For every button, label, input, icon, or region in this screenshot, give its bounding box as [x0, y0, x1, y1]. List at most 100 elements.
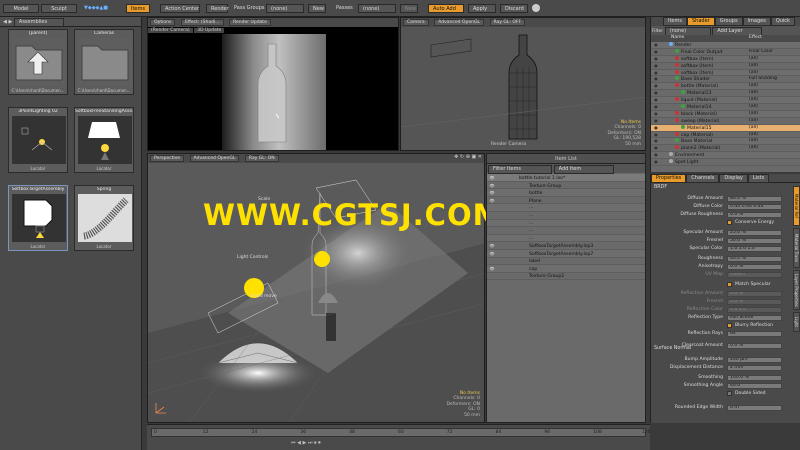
shader-tree-row[interactable]: ● Render — [651, 42, 800, 49]
property-row[interactable]: Anisotropy 0.0 % — [651, 263, 799, 271]
property-value-field[interactable]: 0.44 0.44 0.44 — [727, 204, 782, 210]
visibility-eye-icon[interactable]: ● — [651, 97, 661, 103]
side-tab-layer-properties[interactable]: Layer Properties — [793, 270, 800, 310]
shader-tree-row[interactable]: ● Environment — [651, 152, 800, 160]
visibility-eye-icon[interactable]: ● — [651, 132, 661, 138]
shader-tree-row[interactable]: ● bottle (Material) (all) — [651, 83, 800, 91]
render-update-tab[interactable]: Render Update — [229, 19, 271, 26]
pass-groups-select[interactable]: (none) — [266, 4, 304, 13]
visibility-eye-icon[interactable]: ● — [651, 42, 661, 48]
property-row[interactable]: Reflection Type Full Scene — [651, 314, 799, 322]
camera-select[interactable]: Camera — [403, 19, 429, 26]
tab-shader[interactable]: Shader — [687, 17, 715, 26]
property-value-field[interactable]: 40.0 % — [727, 256, 782, 262]
play-controls-icons[interactable]: ⏮ ◀ ▶ ⏭ ⏹ ⏺ — [291, 440, 321, 446]
property-value-field[interactable]: 2 mm — [727, 365, 782, 371]
shader-tree-row[interactable]: ● Spot Light — [651, 159, 800, 167]
list-item[interactable]: ... — [487, 204, 645, 212]
asset-thumb-parent[interactable]: [parent] C:\Users\rhard\Documen... — [8, 29, 68, 95]
tab-channels[interactable]: Channels — [686, 174, 720, 183]
property-checkbox[interactable] — [727, 282, 732, 287]
visibility-eye-icon[interactable]: ● — [651, 118, 661, 124]
shader-tree-row[interactable]: ● Final Color Output Final Color — [651, 48, 800, 56]
tab-properties[interactable]: Properties — [651, 174, 687, 183]
property-row[interactable]: Diffuse Amount 80.0 % — [651, 195, 799, 203]
property-row[interactable]: Fresnel 50.0 % — [651, 237, 799, 245]
visibility-eye-icon[interactable]: 👁 — [487, 197, 497, 204]
asset-thumb-softbox-free[interactable]: SoftboxFreeStandingAsse... Locator — [74, 107, 134, 173]
tab-display[interactable]: Display — [719, 174, 748, 183]
property-value-field[interactable]: 40.0 ° — [727, 383, 782, 389]
property-row[interactable]: Roughness 40.0 % — [651, 255, 799, 263]
camera-opengl-mode[interactable]: Advanced OpenGL — [434, 19, 484, 26]
perspective-viewport[interactable]: Perspective Advanced OpenGL Ray GL: ON ✥… — [147, 153, 485, 423]
passes-select[interactable]: (none) — [358, 4, 396, 13]
visibility-eye-icon[interactable]: ● — [651, 159, 661, 165]
shader-tree-row[interactable]: ● Base Material (all) — [651, 138, 800, 146]
visibility-eye-icon[interactable]: ● — [651, 138, 661, 144]
property-row[interactable]: Displacement Distance 2 mm — [651, 364, 799, 372]
list-item[interactable]: ... — [487, 219, 645, 228]
perspective-raygl-toggle[interactable]: Ray GL: ON — [244, 155, 279, 162]
list-item[interactable]: 👁 Texture Group — [487, 181, 645, 190]
visibility-eye-icon[interactable]: ● — [651, 83, 661, 89]
tab-quick[interactable]: Quick — [770, 17, 795, 26]
property-row[interactable]: Match Specular — [651, 281, 799, 289]
viewport-controls-icons[interactable]: ✥ ↻ ⊕ ▣ ✕ — [454, 154, 482, 160]
property-checkbox[interactable] — [727, 220, 732, 225]
property-row[interactable]: Specular Amount 25.0 % — [651, 229, 799, 237]
tab-items[interactable]: Items — [663, 17, 687, 26]
new-pass-group-button[interactable]: New — [308, 4, 326, 13]
new-pass-button[interactable]: New — [400, 4, 418, 13]
property-row[interactable]: Bump Amplitude 200 µm — [651, 356, 799, 364]
list-item[interactable]: ... — [487, 234, 645, 243]
property-value-field[interactable]: 100.0 % — [727, 375, 782, 381]
list-item[interactable]: 👁 Plane — [487, 196, 645, 205]
render-preview-viewport[interactable]: Options Effect: (Shadi... Render Update … — [147, 17, 399, 151]
brdf-section[interactable]: BRDF — [654, 185, 667, 190]
property-value-field[interactable]: 0.0 % — [727, 212, 782, 218]
visibility-eye-icon[interactable]: 👁 — [487, 242, 497, 249]
discard-button[interactable]: Discard — [500, 4, 528, 13]
list-item[interactable]: ... — [487, 211, 645, 220]
render-camera-select[interactable]: (Render Camera) — [148, 28, 193, 33]
visibility-eye-icon[interactable]: ● — [651, 125, 661, 131]
asset-thumb-3point[interactable]: 3PointLighting 02 Locator — [8, 107, 68, 173]
property-row[interactable]: Specular Color 1.0 1.0 1.0 — [651, 245, 799, 253]
property-value-field[interactable]: 1.0 1.0 — [727, 307, 782, 313]
back-icon[interactable]: ◀ — [3, 19, 7, 25]
forward-icon[interactable]: ▶ — [8, 19, 12, 25]
visibility-eye-icon[interactable]: ● — [651, 152, 661, 158]
property-value-field[interactable]: 1.0 1.0 1.0 — [727, 246, 782, 252]
property-row[interactable]: Double Sided — [651, 390, 799, 398]
property-row[interactable]: UV Map (none) — [651, 271, 799, 279]
property-value-field[interactable]: 200 µm — [727, 357, 782, 363]
add-item-button[interactable]: Add Item — [553, 165, 614, 174]
list-item[interactable]: Texture Group2 — [487, 272, 645, 281]
visibility-eye-icon[interactable]: ● — [651, 104, 661, 110]
tab-lists[interactable]: Lists — [747, 174, 770, 183]
side-tab-material-trans[interactable]: Material Trans — [793, 228, 800, 268]
property-value-field[interactable]: 64 — [727, 331, 782, 337]
side-tab-material-ref[interactable]: Material Ref — [793, 186, 800, 226]
surface-normal-section[interactable]: Surface Normal — [654, 346, 691, 351]
auto-add-button[interactable]: Auto Add — [428, 4, 464, 13]
render-options-tab[interactable]: Options — [150, 19, 176, 26]
property-value-field[interactable]: 25.0 % — [727, 230, 782, 236]
assets-dropdown[interactable]: Assemblies — [13, 18, 64, 26]
property-value-field[interactable]: 0.0 % — [727, 299, 782, 305]
shader-tree-row[interactable]: ● plane2 (Material) (all) — [651, 145, 800, 153]
timeline-scrubber[interactable]: 0 12 24 36 48 60 72 84 96 108 120 — [151, 428, 651, 437]
shader-tree-row[interactable]: ● Material14 (all) — [651, 104, 800, 111]
shader-tree-row[interactable]: ● Base Shader Full Shading — [651, 76, 800, 84]
shader-tree-row[interactable]: ● softbox (Item) (all) — [651, 55, 800, 63]
property-row[interactable]: Smoothing 100.0 % — [651, 374, 799, 382]
visibility-eye-icon[interactable]: ● — [651, 145, 661, 151]
visibility-eye-icon[interactable]: 👁 — [487, 265, 497, 272]
items-mode-button[interactable]: Items — [126, 4, 150, 13]
property-row[interactable]: Diffuse Color 0.44 0.44 0.44 — [651, 203, 799, 211]
3d-update-toggle[interactable]: 3D Update — [194, 28, 225, 33]
property-row[interactable]: Fresnel 0.0 % — [651, 298, 799, 306]
shader-tree-row[interactable]: ● softbox (Item) (all) — [651, 69, 800, 77]
visibility-eye-icon[interactable]: ● — [651, 70, 661, 76]
